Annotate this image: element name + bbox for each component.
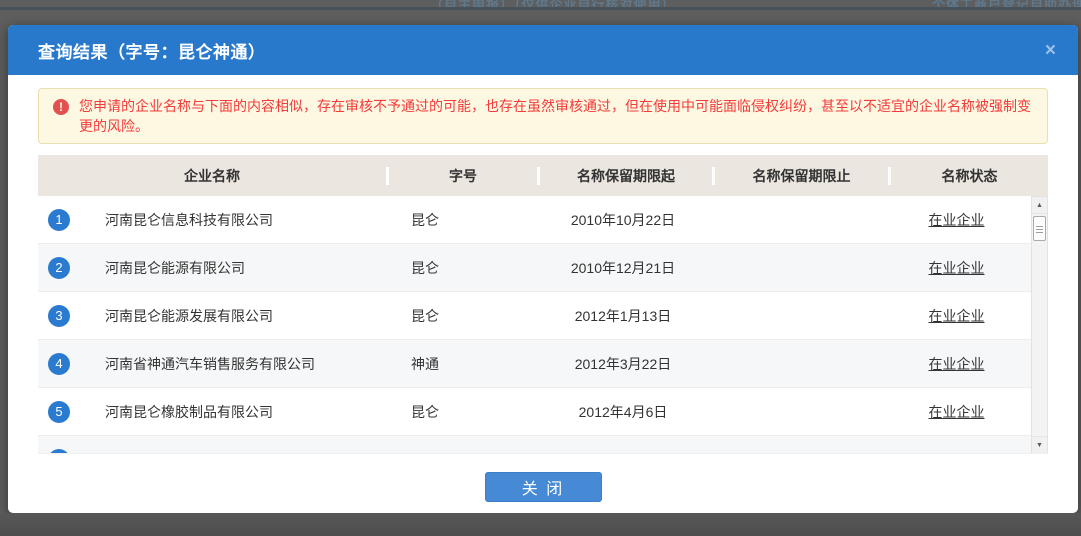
scrollbar-up-arrow-icon[interactable]: ▲ [1032, 197, 1047, 214]
status-cell: 在业企业 [882, 306, 1048, 326]
table-row: 2 河南昆仑能源有限公司 昆仑 2010年12月21日 在业企业 [38, 244, 1048, 292]
status-cell: 在业企业 [882, 354, 1048, 374]
trade-name-cell: 昆仑 [389, 402, 537, 422]
status-cell: 在业企业 [882, 402, 1048, 422]
results-table: 企业名称 字号 名称保留期限起 名称保留期限止 名称状态 1 河南昆仑信息科技有… [38, 155, 1048, 454]
modal-footer: 关 闭 [38, 472, 1048, 502]
reserve-start-cell: 2010年12月21日 [537, 258, 709, 278]
table-row: 4 河南省神通汽车销售服务有限公司 神通 2012年3月22日 在业企业 [38, 340, 1048, 388]
trade-name-cell: 神通 [389, 354, 537, 374]
column-header-reserve-start: 名称保留期限起 [540, 166, 712, 186]
page-background-top: （自主申报）（仅供企业自行核对使用） 个体工商户登记自助办理 [0, 0, 1081, 25]
background-divider [0, 7, 1081, 10]
status-cell: 在业企业 [882, 258, 1048, 278]
column-header-company-name: 企业名称 [38, 166, 386, 186]
company-name: 河南昆仑橡胶制品有限公司 [105, 402, 273, 422]
company-name: 河南昆仑能源有限公司 [105, 258, 245, 278]
status-link[interactable]: 在业企业 [929, 356, 985, 372]
warning-text: 您申请的企业名称与下面的内容相似，存在审核不予通过的可能，也存在虽然审核通过，但… [79, 98, 1031, 134]
company-name: 河南昆仑能源发展有限公司 [105, 306, 273, 326]
company-name-cell: 5 河南昆仑橡胶制品有限公司 [38, 401, 389, 423]
scrollbar-down-arrow-icon[interactable]: ▼ [1032, 436, 1047, 453]
row-number-badge: 2 [48, 257, 70, 279]
row-number-badge: 3 [48, 305, 70, 327]
table-row-partial: 6 [38, 436, 1048, 454]
company-name-cell: 2 河南昆仑能源有限公司 [38, 257, 389, 279]
status-cell: 在业企业 [882, 210, 1048, 230]
table-header-row: 企业名称 字号 名称保留期限起 名称保留期限止 名称状态 [38, 155, 1048, 196]
table-body-viewport: 1 河南昆仑信息科技有限公司 昆仑 2010年10月22日 在业企业 2 河南昆… [38, 196, 1048, 454]
modal-header: 查询结果（字号：昆仑神通） × [8, 25, 1078, 75]
overlay-left [0, 25, 8, 513]
modal-title: 查询结果（字号：昆仑神通） [38, 38, 266, 63]
close-icon[interactable]: × [1045, 41, 1056, 60]
scrollbar-thumb[interactable] [1033, 216, 1046, 241]
company-name: 河南省神通汽车销售服务有限公司 [105, 354, 315, 374]
status-link[interactable]: 在业企业 [929, 404, 985, 420]
row-number-badge: 6 [48, 449, 70, 455]
status-link[interactable]: 在业企业 [929, 260, 985, 276]
reserve-start-cell: 2012年4月6日 [537, 402, 709, 422]
close-button[interactable]: 关 闭 [485, 472, 602, 502]
page-background-bottom [0, 513, 1081, 536]
company-name-cell: 1 河南昆仑信息科技有限公司 [38, 209, 389, 231]
vertical-scrollbar[interactable]: ▲ ▼ [1031, 196, 1048, 454]
reserve-start-cell: 2010年10月22日 [537, 210, 709, 230]
table-row: 1 河南昆仑信息科技有限公司 昆仑 2010年10月22日 在业企业 [38, 196, 1048, 244]
row-number-badge: 5 [48, 401, 70, 423]
trade-name-cell: 昆仑 [389, 258, 537, 278]
company-name: 河南昆仑信息科技有限公司 [105, 210, 273, 230]
trade-name-cell: 昆仑 [389, 210, 537, 230]
company-name-cell: 3 河南昆仑能源发展有限公司 [38, 305, 389, 327]
trade-name-cell: 昆仑 [389, 306, 537, 326]
warning-icon: ! [53, 99, 69, 115]
warning-banner: ! 您申请的企业名称与下面的内容相似，存在审核不予通过的可能，也存在虽然审核通过… [38, 88, 1048, 144]
company-name-cell: 4 河南省神通汽车销售服务有限公司 [38, 353, 389, 375]
status-link[interactable]: 在业企业 [929, 308, 985, 324]
reserve-start-cell: 2012年3月22日 [537, 354, 709, 374]
status-link[interactable]: 在业企业 [929, 212, 985, 228]
row-number-badge: 1 [48, 209, 70, 231]
table-row: 5 河南昆仑橡胶制品有限公司 昆仑 2012年4月6日 在业企业 [38, 388, 1048, 436]
query-result-modal: 查询结果（字号：昆仑神通） × ! 您申请的企业名称与下面的内容相似，存在审核不… [8, 25, 1078, 513]
modal-body: ! 您申请的企业名称与下面的内容相似，存在审核不予通过的可能，也存在虽然审核通过… [8, 75, 1078, 502]
company-name-cell: 6 [38, 449, 389, 455]
column-header-reserve-end: 名称保留期限止 [715, 166, 888, 186]
row-number-badge: 4 [48, 353, 70, 375]
column-header-trade-name: 字号 [389, 166, 537, 186]
reserve-start-cell: 2012年1月13日 [537, 306, 709, 326]
column-header-name-status: 名称状态 [891, 166, 1048, 186]
table-row: 3 河南昆仑能源发展有限公司 昆仑 2012年1月13日 在业企业 [38, 292, 1048, 340]
